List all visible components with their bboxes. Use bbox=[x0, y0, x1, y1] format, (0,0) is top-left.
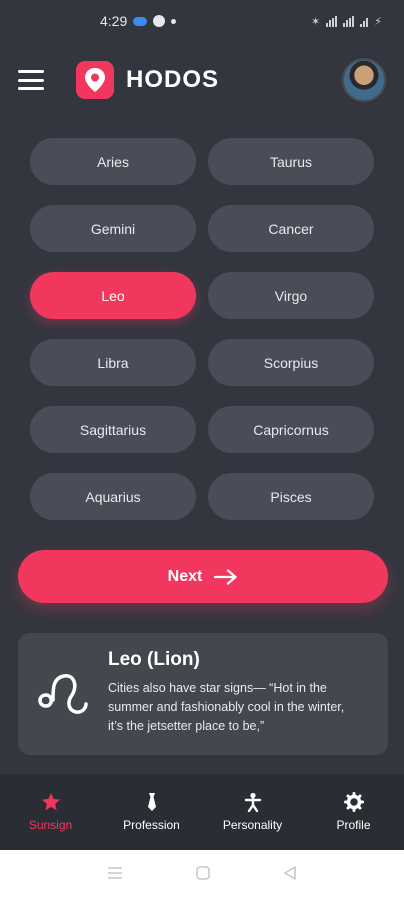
cloud-icon bbox=[133, 16, 148, 26]
bottom-nav: Sunsign Profession Personality Profile bbox=[0, 774, 404, 850]
status-right: ✶ ⚡ bbox=[311, 15, 382, 28]
bluetooth-icon: ✶ bbox=[311, 15, 321, 28]
sign-gemini-button[interactable]: Gemini bbox=[30, 205, 196, 252]
leo-symbol-icon bbox=[38, 674, 88, 714]
app-header: HODOS bbox=[0, 42, 404, 118]
sign-grid: Aries Taurus Gemini Cancer Leo Virgo Lib… bbox=[30, 138, 376, 520]
gear-icon bbox=[343, 792, 364, 812]
nav-sunsign-label: Sunsign bbox=[28, 818, 73, 832]
card-text: Leo (Lion) Cities also have star signs— … bbox=[108, 649, 353, 736]
signal-icon-2 bbox=[343, 15, 355, 27]
sign-libra-button[interactable]: Libra bbox=[30, 339, 196, 386]
person-icon bbox=[244, 792, 261, 812]
sign-pisces-button[interactable]: Pisces bbox=[208, 473, 374, 520]
sign-info-card: Leo (Lion) Cities also have star signs— … bbox=[18, 633, 388, 755]
arrow-right-icon bbox=[214, 568, 237, 585]
status-bar: 4:29 ✶ ⚡ bbox=[0, 0, 404, 42]
sign-taurus-button[interactable]: Taurus bbox=[208, 138, 374, 185]
home-icon[interactable] bbox=[195, 865, 211, 886]
sign-cancer-button[interactable]: Cancer bbox=[208, 205, 374, 252]
sign-aries-button[interactable]: Aries bbox=[30, 138, 196, 185]
sign-scorpius-button[interactable]: Scorpius bbox=[208, 339, 374, 386]
nav-sunsign[interactable]: Sunsign bbox=[6, 792, 96, 832]
phone-icon bbox=[153, 15, 166, 27]
recents-icon[interactable] bbox=[106, 865, 124, 886]
back-icon[interactable] bbox=[282, 865, 298, 886]
sign-virgo-button[interactable]: Virgo bbox=[208, 272, 374, 319]
app-title: HODOS bbox=[126, 66, 220, 93]
nav-profile-label: Profile bbox=[336, 818, 371, 832]
notification-dot-icon bbox=[171, 18, 177, 24]
nav-personality-label: Personality bbox=[222, 818, 283, 832]
nav-profile[interactable]: Profile bbox=[309, 792, 399, 832]
card-title: Leo (Lion) bbox=[108, 648, 200, 670]
system-nav-bar bbox=[0, 850, 404, 900]
status-left: 4:29 bbox=[100, 13, 177, 29]
location-pin-icon bbox=[76, 61, 114, 99]
battery-icon: ⚡ bbox=[374, 15, 382, 28]
star-icon bbox=[41, 793, 60, 811]
sign-sagittarius-button[interactable]: Sagittarius bbox=[30, 406, 196, 453]
status-time: 4:29 bbox=[100, 13, 128, 29]
wifi-icon bbox=[360, 16, 369, 27]
sign-aquarius-button[interactable]: Aquarius bbox=[30, 473, 196, 520]
nav-profession-label: Profession bbox=[123, 818, 180, 832]
avatar[interactable] bbox=[342, 58, 386, 102]
sign-capricornus-button[interactable]: Capricornus bbox=[208, 406, 374, 453]
next-button-label: Next bbox=[167, 567, 203, 585]
sign-leo-button[interactable]: Leo bbox=[30, 272, 196, 319]
nav-personality[interactable]: Personality bbox=[208, 792, 298, 832]
menu-icon[interactable] bbox=[18, 70, 44, 90]
signal-icon bbox=[326, 15, 338, 27]
next-button[interactable]: Next bbox=[18, 550, 388, 603]
nav-profession[interactable]: Profession bbox=[107, 792, 197, 832]
card-description: Cities also have star signs— “Hot in the… bbox=[108, 680, 345, 733]
tie-icon bbox=[147, 793, 156, 811]
